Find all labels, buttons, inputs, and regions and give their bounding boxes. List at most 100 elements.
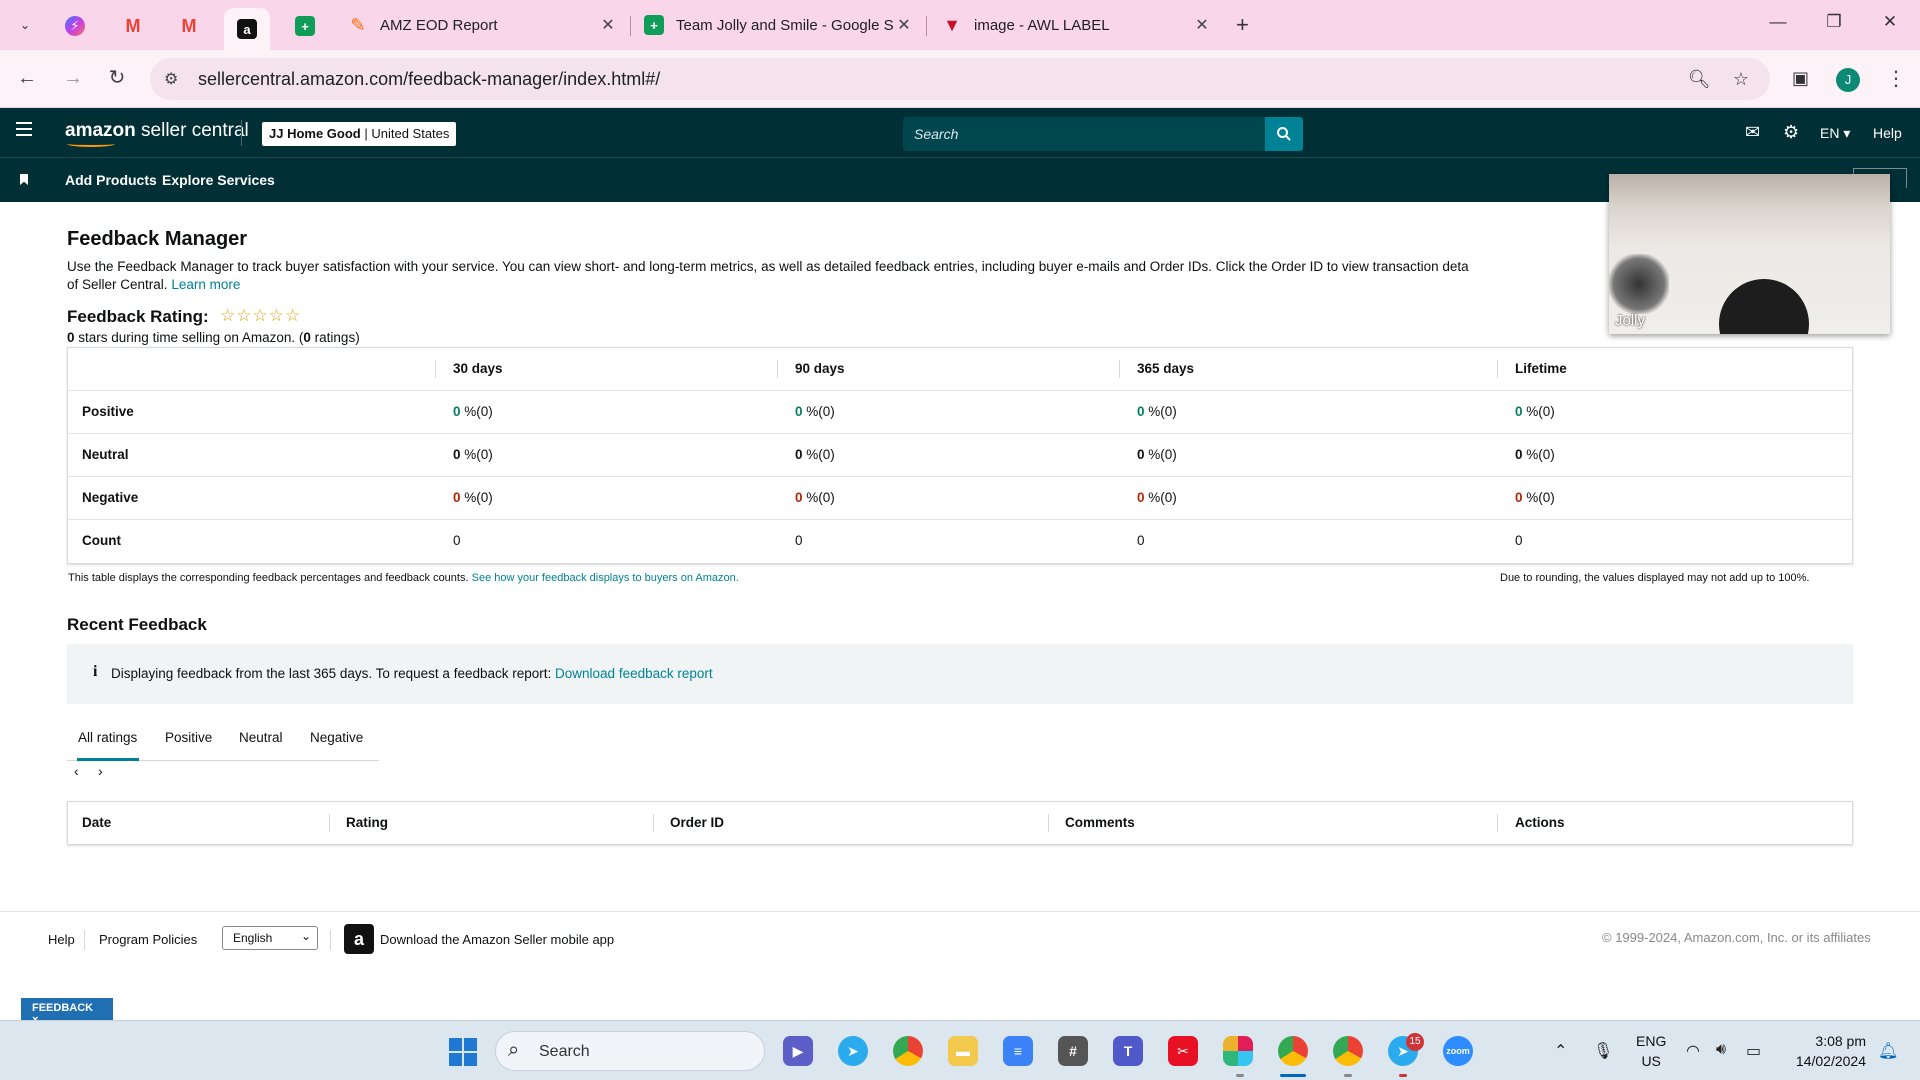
amazon-app-icon[interactable]: a bbox=[344, 924, 374, 954]
slack-icon[interactable] bbox=[1223, 1036, 1253, 1066]
tab-team-jolly-sheet[interactable]: + Team Jolly and Smile - Google S ✕ bbox=[644, 8, 914, 42]
bookmark-icon[interactable] bbox=[20, 174, 28, 185]
reload-button[interactable]: ↻ bbox=[104, 65, 130, 91]
system-clock[interactable]: 3:08 pm 14/02/2024 bbox=[1786, 1031, 1866, 1071]
windows-taskbar: ⌕ Search ▶ ➤ ▬ ≡ # T ✂ ➤ 15 zoom ⌃ 🎙︎ EN… bbox=[0, 1020, 1920, 1080]
info-icon: i bbox=[93, 663, 98, 680]
clock-time: 3:08 pm bbox=[1815, 1033, 1866, 1049]
meet-icon[interactable]: ▶ bbox=[783, 1036, 813, 1066]
tab-all-ratings[interactable]: All ratings bbox=[78, 730, 137, 745]
hamburger-menu-icon[interactable] bbox=[16, 122, 32, 140]
input-language[interactable]: ENG US bbox=[1636, 1031, 1666, 1071]
info-text: Displaying feedback from the last 365 da… bbox=[111, 666, 713, 681]
chrome-profile-j-icon[interactable] bbox=[1278, 1036, 1308, 1066]
logo-seller-central-text: seller central bbox=[141, 120, 249, 141]
profile-avatar[interactable]: J bbox=[1836, 68, 1860, 92]
pinned-tab-amazon[interactable]: a bbox=[224, 8, 270, 50]
column-header-rating[interactable]: Rating bbox=[346, 815, 388, 830]
omnibox[interactable]: ⚙ sellercentral.amazon.com/feedback-mana… bbox=[150, 58, 1770, 100]
mail-icon[interactable]: ✉ bbox=[1745, 122, 1760, 143]
notification-bell-icon[interactable]: 🔔︎ bbox=[1878, 1041, 1898, 1061]
notepad-icon[interactable]: ≡ bbox=[1003, 1036, 1033, 1066]
tab-neutral[interactable]: Neutral bbox=[239, 730, 283, 745]
download-feedback-report-link[interactable]: Download feedback report bbox=[555, 666, 713, 681]
taskbar-search[interactable]: ⌕ Search bbox=[495, 1031, 765, 1071]
logo-amazon-text: amazon bbox=[65, 120, 136, 141]
active-tab-indicator bbox=[77, 758, 139, 761]
help-link[interactable]: Help bbox=[1873, 125, 1902, 141]
nav-explore-services[interactable]: Explore Services bbox=[162, 172, 275, 188]
minimize-button[interactable]: — bbox=[1758, 12, 1798, 32]
close-icon[interactable]: ✕ bbox=[894, 15, 914, 35]
next-page-icon[interactable]: › bbox=[98, 763, 103, 779]
url-text[interactable]: sellercentral.amazon.com/feedback-manage… bbox=[198, 69, 1686, 90]
language-label: EN bbox=[1820, 125, 1840, 141]
video-background bbox=[1609, 254, 1669, 314]
telegram-icon[interactable]: ➤ bbox=[838, 1036, 868, 1066]
tab-awl-label[interactable]: ▼ image - AWL LABEL ✕ bbox=[942, 8, 1212, 42]
pinned-tab-messenger[interactable]: ⚡ bbox=[52, 10, 98, 42]
close-icon[interactable]: ✕ bbox=[1192, 15, 1212, 35]
header-search bbox=[903, 117, 1265, 151]
calculator-icon[interactable]: # bbox=[1058, 1036, 1088, 1066]
column-header-date[interactable]: Date bbox=[82, 815, 111, 830]
close-icon[interactable]: ✕ bbox=[598, 15, 618, 35]
column-header-comments[interactable]: Comments bbox=[1065, 815, 1135, 830]
wifi-icon[interactable]: ◠ bbox=[1686, 1041, 1700, 1061]
side-panel-icon[interactable]: ▣ bbox=[1792, 68, 1809, 89]
battery-icon[interactable]: ▭ bbox=[1746, 1041, 1761, 1061]
restore-button[interactable]: ❐ bbox=[1814, 12, 1854, 32]
previous-page-icon[interactable]: ‹ bbox=[74, 763, 79, 779]
pinned-tab-sheets[interactable]: + bbox=[282, 10, 328, 42]
footer-language-select[interactable]: English ⌄ bbox=[222, 926, 318, 950]
site-info-icon[interactable]: ⚙ bbox=[164, 69, 186, 89]
search-input[interactable] bbox=[903, 117, 1265, 151]
feedback-widget-tab[interactable]: FEEDBACK × bbox=[21, 998, 113, 1026]
browser-menu-icon[interactable]: ⋮ bbox=[1886, 66, 1906, 91]
tab-negative[interactable]: Negative bbox=[310, 730, 363, 745]
windows-start-icon[interactable] bbox=[449, 1038, 477, 1066]
star-icon: ☆ bbox=[268, 306, 285, 325]
teams-icon[interactable]: T bbox=[1113, 1036, 1143, 1066]
search-button[interactable] bbox=[1265, 117, 1303, 151]
running-indicator bbox=[1236, 1074, 1244, 1077]
new-tab-button[interactable]: + bbox=[1236, 12, 1249, 38]
column-header-order-id[interactable]: Order ID bbox=[670, 815, 724, 830]
chrome-icon[interactable] bbox=[893, 1036, 923, 1066]
nav-add-products[interactable]: Add Products bbox=[65, 172, 157, 188]
search-icon: ⌕ bbox=[508, 1039, 520, 1061]
snipping-tool-icon[interactable]: ✂ bbox=[1168, 1036, 1198, 1066]
rating-summary: 0 stars during time selling on Amazon. (… bbox=[67, 330, 360, 345]
back-button[interactable]: ← bbox=[14, 65, 40, 91]
search-icon bbox=[1277, 127, 1291, 141]
zoom-icon[interactable]: 🔍︎ bbox=[1686, 69, 1712, 90]
video-call-overlay[interactable]: Jolly bbox=[1609, 174, 1890, 334]
chevron-up-icon[interactable]: ⌃ bbox=[1554, 1041, 1567, 1061]
seller-central-logo[interactable]: amazon seller central bbox=[65, 120, 249, 147]
tab-search-dropdown[interactable]: ⌄ bbox=[12, 12, 38, 38]
footer-program-policies-link[interactable]: Program Policies bbox=[99, 932, 197, 947]
learn-more-link[interactable]: Learn more bbox=[171, 277, 240, 292]
footer-help-link[interactable]: Help bbox=[48, 932, 75, 947]
feedback-display-link[interactable]: See how your feedback displays to buyers… bbox=[472, 572, 739, 584]
column-header-actions[interactable]: Actions bbox=[1515, 815, 1565, 830]
bookmark-star-icon[interactable]: ☆ bbox=[1728, 69, 1754, 90]
chrome-profile-l-icon[interactable] bbox=[1333, 1036, 1363, 1066]
tab-amz-eod-report[interactable]: ✎ AMZ EOD Report ✕ bbox=[348, 8, 618, 42]
tab-positive[interactable]: Positive bbox=[165, 730, 212, 745]
language-selector[interactable]: EN ▾ bbox=[1820, 125, 1850, 142]
pinned-tab-gmail[interactable]: M bbox=[110, 10, 156, 42]
zoom-icon[interactable]: zoom bbox=[1443, 1036, 1473, 1066]
pinned-tab-gmail-2[interactable]: M bbox=[166, 10, 212, 42]
close-window-button[interactable]: ✕ bbox=[1870, 12, 1910, 32]
file-explorer-icon[interactable]: ▬ bbox=[948, 1036, 978, 1066]
gear-icon[interactable]: ⚙ bbox=[1783, 122, 1799, 143]
table-cell: 0 bbox=[795, 533, 803, 548]
microphone-icon[interactable]: 🎙︎ bbox=[1593, 1041, 1613, 1061]
volume-icon[interactable]: 🔊︎ bbox=[1716, 1041, 1726, 1059]
store-switcher[interactable]: JJ Home Good | United States bbox=[262, 122, 457, 146]
tab-title: AMZ EOD Report bbox=[380, 16, 498, 34]
download-app-link[interactable]: Download the Amazon Seller mobile app bbox=[380, 932, 614, 947]
column-divider bbox=[329, 814, 330, 832]
forward-button[interactable]: → bbox=[60, 65, 86, 91]
